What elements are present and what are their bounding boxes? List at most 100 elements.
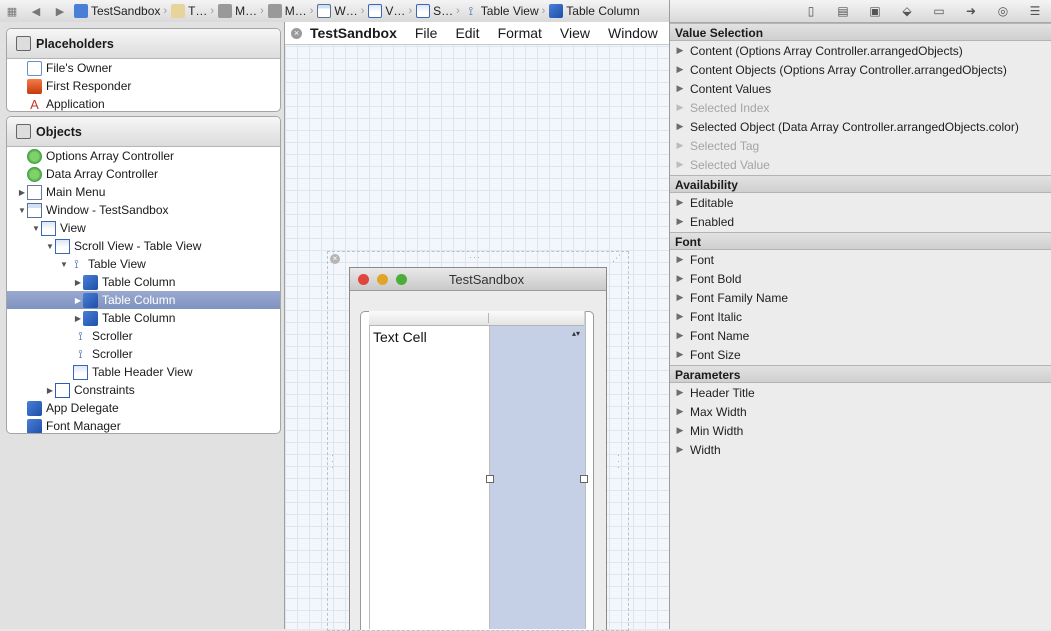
binding-enabled[interactable]: ▶ Enabled bbox=[670, 212, 1051, 231]
bindings-inspector-icon[interactable]: ◎ bbox=[987, 4, 1019, 18]
menu-item-edit[interactable]: Edit bbox=[455, 25, 479, 41]
placeholders-header[interactable]: Placeholders bbox=[7, 29, 280, 59]
disclosure-collapsed-icon[interactable]: ▶ bbox=[670, 406, 690, 417]
binding-max-width[interactable]: ▶ Max Width bbox=[670, 402, 1051, 421]
outline-item-table-column[interactable]: ▶ Table Column bbox=[7, 273, 280, 291]
minimize-light-icon[interactable] bbox=[377, 273, 388, 285]
connections-inspector-icon[interactable]: ➜ bbox=[955, 4, 987, 18]
binding-content-objects[interactable]: ▶ Content Objects (Options Array Controll… bbox=[670, 60, 1051, 79]
drag-handle-icon[interactable]: ··· bbox=[469, 252, 481, 262]
outline-item-application[interactable]: A Application bbox=[7, 95, 280, 112]
breadcrumb-item[interactable]: Table Column bbox=[547, 0, 641, 22]
menu-item-window[interactable]: Window bbox=[608, 25, 658, 41]
breadcrumb-item[interactable]: S… › bbox=[414, 0, 462, 22]
binding-selected-object[interactable]: ▶ Selected Object (Data Array Controller.… bbox=[670, 117, 1051, 136]
resize-handle-icon[interactable]: ⋰ bbox=[612, 253, 621, 264]
close-light-icon[interactable] bbox=[358, 273, 369, 285]
disclosure-collapsed-icon[interactable]: ▶ bbox=[670, 311, 690, 322]
disclosure-collapsed-icon[interactable]: ▶ bbox=[670, 216, 690, 227]
disclosure-collapsed-icon[interactable]: ▶ bbox=[73, 278, 83, 287]
outline-item-scroller[interactable]: ⟟ Scroller bbox=[7, 345, 280, 363]
outline-item-table-header-view[interactable]: Table Header View bbox=[7, 363, 280, 381]
table-column-2-selected[interactable] bbox=[489, 311, 586, 629]
disclosure-collapsed-icon[interactable]: ▶ bbox=[73, 314, 83, 323]
table-header[interactable] bbox=[369, 311, 584, 326]
menu-item-view[interactable]: View bbox=[560, 25, 590, 41]
outline-item-window[interactable]: ▼ Window - TestSandbox bbox=[7, 201, 280, 219]
breadcrumb-item[interactable]: M… › bbox=[216, 0, 266, 22]
window-title-bar[interactable]: TestSandbox bbox=[350, 268, 606, 291]
file-inspector-icon[interactable]: ▯ bbox=[795, 4, 827, 18]
binding-font-size[interactable]: ▶ Font Size bbox=[670, 345, 1051, 364]
attributes-inspector-icon[interactable]: ⬙ bbox=[891, 4, 923, 18]
table-column-1[interactable] bbox=[369, 311, 490, 629]
outline-item-constraints[interactable]: ▶ Constraints bbox=[7, 381, 280, 399]
binding-content-values[interactable]: ▶ Content Values bbox=[670, 79, 1051, 98]
disclosure-collapsed-icon[interactable]: ▶ bbox=[670, 45, 690, 56]
disclosure-collapsed-icon[interactable]: ▶ bbox=[670, 273, 690, 284]
menu-item-file[interactable]: File bbox=[415, 25, 438, 41]
breadcrumb-item[interactable]: M… › bbox=[266, 0, 316, 22]
disclosure-collapsed-icon[interactable]: ▶ bbox=[73, 296, 83, 305]
breadcrumb-item[interactable]: T… › bbox=[169, 0, 216, 22]
binding-font-bold[interactable]: ▶ Font Bold bbox=[670, 269, 1051, 288]
drag-handle-icon[interactable]: ··· bbox=[617, 451, 620, 472]
back-arrow-icon[interactable]: ◀ bbox=[24, 5, 48, 18]
forward-arrow-icon[interactable]: ▶ bbox=[48, 5, 72, 18]
disclosure-collapsed-icon[interactable]: ▶ bbox=[45, 386, 55, 395]
breadcrumb-item[interactable]: V… › bbox=[366, 0, 414, 22]
disclosure-collapsed-icon[interactable]: ▶ bbox=[17, 188, 27, 197]
outline-item-scroller[interactable]: ⟟ Scroller bbox=[7, 327, 280, 345]
outline-item-table-column-selected[interactable]: ▶ Table Column bbox=[7, 291, 280, 309]
disclosure-collapsed-icon[interactable]: ▶ bbox=[670, 330, 690, 341]
binding-font-name[interactable]: ▶ Font Name bbox=[670, 326, 1051, 345]
disclosure-collapsed-icon[interactable]: ▶ bbox=[670, 254, 690, 265]
zoom-light-icon[interactable] bbox=[396, 273, 407, 285]
disclosure-collapsed-icon[interactable]: ▶ bbox=[670, 83, 690, 94]
outline-item-options-array-controller[interactable]: Options Array Controller bbox=[7, 147, 280, 165]
breadcrumb-item[interactable]: TestSandbox › bbox=[72, 0, 169, 22]
disclosure-collapsed-icon[interactable]: ▶ bbox=[670, 444, 690, 455]
related-items-icon[interactable]: ▦ bbox=[0, 5, 24, 18]
outline-item-first-responder[interactable]: First Responder bbox=[7, 77, 280, 95]
objects-header[interactable]: Objects bbox=[7, 117, 280, 147]
size-inspector-icon[interactable]: ▭ bbox=[923, 4, 955, 18]
outline-item-app-delegate[interactable]: App Delegate bbox=[7, 399, 280, 417]
disclosure-collapsed-icon[interactable]: ▶ bbox=[670, 349, 690, 360]
outline-item-view[interactable]: ▼ View bbox=[7, 219, 280, 237]
binding-font-italic[interactable]: ▶ Font Italic bbox=[670, 307, 1051, 326]
outline-item-table-column[interactable]: ▶ Table Column bbox=[7, 309, 280, 327]
binding-width[interactable]: ▶ Width bbox=[670, 440, 1051, 459]
disclosure-expanded-icon[interactable]: ▼ bbox=[17, 206, 27, 215]
disclosure-collapsed-icon[interactable]: ▶ bbox=[670, 121, 690, 132]
popup-stepper-icon[interactable]: ▴▾ bbox=[572, 330, 580, 338]
effects-inspector-icon[interactable]: ☰ bbox=[1019, 4, 1051, 18]
disclosure-expanded-icon[interactable]: ▼ bbox=[59, 260, 69, 269]
menu-item-format[interactable]: Format bbox=[498, 25, 542, 41]
drag-handle-icon[interactable]: ··· bbox=[331, 451, 334, 472]
outline-item-scroll-view[interactable]: ▼ Scroll View - Table View bbox=[7, 237, 280, 255]
text-cell[interactable]: Text Cell bbox=[373, 329, 427, 345]
disclosure-expanded-icon[interactable]: ▼ bbox=[45, 242, 55, 251]
resize-handle[interactable] bbox=[580, 475, 588, 483]
disclosure-collapsed-icon[interactable]: ▶ bbox=[670, 197, 690, 208]
identity-inspector-icon[interactable]: ▣ bbox=[859, 4, 891, 18]
binding-content[interactable]: ▶ Content (Options Array Controller.arran… bbox=[670, 41, 1051, 60]
outline-item-main-menu[interactable]: ▶ Main Menu bbox=[7, 183, 280, 201]
disclosure-collapsed-icon[interactable]: ▶ bbox=[670, 64, 690, 75]
breadcrumb-item[interactable]: ⟟ Table View › bbox=[462, 0, 548, 22]
menu-item-app[interactable]: TestSandbox bbox=[310, 25, 397, 41]
disclosure-collapsed-icon[interactable]: ▶ bbox=[670, 292, 690, 303]
disclosure-collapsed-icon[interactable]: ▶ bbox=[670, 425, 690, 436]
resize-handle[interactable] bbox=[486, 475, 494, 483]
binding-font-family-name[interactable]: ▶ Font Family Name bbox=[670, 288, 1051, 307]
binding-header-title[interactable]: ▶ Header Title bbox=[670, 383, 1051, 402]
outline-item-table-view[interactable]: ▼ ⟟ Table View bbox=[7, 255, 280, 273]
close-icon[interactable]: × bbox=[330, 254, 340, 264]
binding-font[interactable]: ▶ Font bbox=[670, 250, 1051, 269]
binding-min-width[interactable]: ▶ Min Width bbox=[670, 421, 1051, 440]
outline-item-data-array-controller[interactable]: Data Array Controller bbox=[7, 165, 280, 183]
outline-item-files-owner[interactable]: File's Owner bbox=[7, 59, 280, 77]
quick-help-icon[interactable]: ▤ bbox=[827, 4, 859, 18]
binding-editable[interactable]: ▶ Editable bbox=[670, 193, 1051, 212]
